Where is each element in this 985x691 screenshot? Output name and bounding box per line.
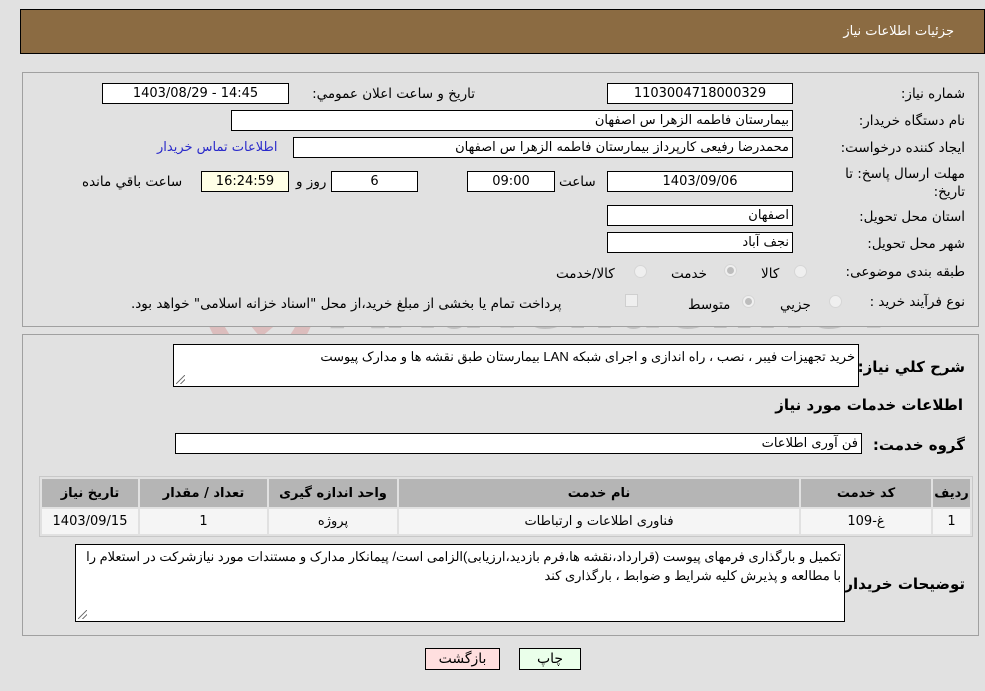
page-header: جزئیات اطلاعات نیاز — [20, 9, 985, 54]
deadline-time-label: ساعت — [559, 174, 596, 190]
table-header-row: ردیف کد خدمت نام خدمت واحد اندازه گیری ت… — [42, 479, 970, 507]
category-radio-goods-service[interactable] — [634, 265, 647, 278]
creator-field: محمدرضا رفیعی کارپرداز بیمارستان فاطمه ا… — [293, 137, 793, 158]
buyer-org-label: نام دستگاه خریدار: — [858, 113, 965, 129]
resize-grip-icon[interactable] — [78, 610, 87, 619]
city-label: شهر محل تحویل: — [867, 236, 965, 252]
col-need-date: تاریخ نیاز — [42, 479, 138, 507]
services-table: ردیف کد خدمت نام خدمت واحد اندازه گیری ت… — [39, 476, 973, 537]
treasury-checkbox[interactable] — [625, 294, 638, 307]
buyer-notes-text: تکمیل و بارگذاری فرمهای پیوست (قرارداد،ن… — [86, 549, 841, 583]
service-group-label: گروه خدمت: — [872, 436, 965, 454]
treasury-checkbox-label: پرداخت تمام یا بخشی از مبلغ خرید،از محل … — [131, 296, 562, 312]
table-row: 1 غ-109 فناوری اطلاعات و ارتباطات پروژه … — [42, 509, 970, 534]
buyer-notes-label: توضیحات خریدار: — [838, 575, 965, 593]
category-option-service: خدمت — [671, 266, 707, 282]
back-button[interactable]: بازگشت — [425, 648, 500, 670]
process-option-medium: متوسط — [688, 297, 731, 313]
province-field: اصفهان — [607, 205, 793, 226]
deadline-date-field: 1403/09/06 — [607, 171, 793, 192]
description-text: خرید تجهیزات فیبر ، نصب ، راه اندازی و ا… — [320, 349, 855, 364]
resize-grip-icon[interactable] — [176, 375, 185, 384]
cell-need-date: 1403/09/15 — [42, 509, 138, 534]
description-textarea[interactable]: خرید تجهیزات فیبر ، نصب ، راه اندازی و ا… — [173, 344, 859, 387]
process-radio-minor[interactable] — [829, 295, 842, 308]
services-section-title: اطلاعات خدمات مورد نیاز — [775, 396, 963, 414]
process-type-label: نوع فرآیند خرید : — [869, 294, 965, 310]
buyer-notes-textarea[interactable]: تکمیل و بارگذاری فرمهای پیوست (قرارداد،ن… — [75, 544, 845, 622]
remaining-days-field: 6 — [331, 171, 418, 192]
col-quantity: تعداد / مقدار — [140, 479, 267, 507]
col-row-number: ردیف — [933, 479, 970, 507]
col-service-name: نام خدمت — [399, 479, 799, 507]
col-service-code: کد خدمت — [801, 479, 931, 507]
province-label: استان محل تحویل: — [859, 209, 965, 225]
buyer-org-field: بیمارستان فاطمه الزهرا س اصفهان — [231, 110, 793, 131]
cell-quantity: 1 — [140, 509, 267, 534]
announce-date-field: 1403/08/29 - 14:45 — [102, 83, 289, 104]
deadline-time-field: 09:00 — [467, 171, 555, 192]
remaining-time-label: ساعت باقي مانده — [82, 174, 183, 190]
remaining-time-field: 16:24:59 — [201, 171, 289, 192]
cell-unit: پروژه — [269, 509, 397, 534]
buyer-contact-link[interactable]: اطلاعات تماس خریدار — [157, 140, 277, 155]
category-radio-service[interactable] — [724, 264, 737, 277]
cell-service-code: غ-109 — [801, 509, 931, 534]
days-label: روز و — [296, 174, 327, 190]
city-field: نجف آباد — [607, 232, 793, 253]
need-number-field: 1103004718000329 — [607, 83, 793, 104]
col-unit: واحد اندازه گیری — [269, 479, 397, 507]
process-radio-medium[interactable] — [742, 295, 755, 308]
category-option-goods-service: کالا/خدمت — [556, 266, 615, 282]
deadline-label: مهلت ارسال پاسخ: تا تاریخ: — [845, 166, 965, 200]
creator-label: ایجاد کننده درخواست: — [840, 140, 965, 156]
category-radio-goods[interactable] — [794, 265, 807, 278]
process-option-minor: جزيي — [780, 297, 811, 313]
announce-date-label: تاریخ و ساعت اعلان عمومي: — [312, 86, 475, 102]
page-title: جزئیات اطلاعات نیاز — [843, 24, 954, 39]
cell-row-number: 1 — [933, 509, 970, 534]
description-label: شرح كلي نياز: — [857, 358, 965, 376]
service-group-field: فن آوری اطلاعات — [175, 433, 862, 454]
need-number-label: شماره نیاز: — [900, 86, 965, 102]
print-button[interactable]: چاپ — [519, 648, 581, 670]
cell-service-name: فناوری اطلاعات و ارتباطات — [399, 509, 799, 534]
category-label: طبقه بندی موضوعی: — [845, 264, 965, 280]
category-option-goods: کالا — [761, 266, 780, 282]
